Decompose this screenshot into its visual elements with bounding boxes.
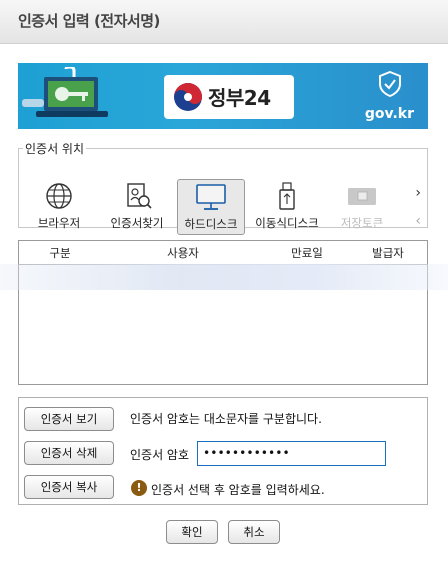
cert-location-legend: 인증서 위치: [25, 142, 85, 156]
cert-list-table[interactable]: 구분 사용자 만료일 발급자: [18, 240, 428, 385]
token-card-icon: [348, 188, 376, 205]
password-label: 인증서 암호: [130, 448, 190, 462]
gov24-logo-box: 정부24: [164, 75, 294, 119]
cancel-button[interactable]: 취소: [228, 520, 280, 544]
location-browser-label: 브라우저: [37, 216, 81, 230]
cert-actions-panel: 인증서 보기 인증서 삭제 인증서 복사 인증서 암호는 대소문자를 구분합니다…: [18, 397, 428, 505]
column-issuer[interactable]: 발급자: [349, 241, 427, 264]
column-type[interactable]: 구분: [19, 241, 101, 264]
scroll-right-arrow-icon[interactable]: ›: [415, 185, 421, 201]
column-user[interactable]: 사용자: [101, 241, 265, 264]
location-removable-disk[interactable]: 이동식디스크: [253, 179, 321, 235]
cert-password-input[interactable]: ••••••••••••: [197, 441, 386, 466]
column-expiry[interactable]: 만료일: [265, 241, 349, 264]
delete-cert-button[interactable]: 인증서 삭제: [24, 441, 114, 465]
copy-cert-button[interactable]: 인증서 복사: [24, 475, 114, 499]
password-case-hint: 인증서 암호는 대소문자를 구분합니다.: [130, 412, 322, 426]
usb-drive-icon: [279, 182, 295, 210]
laptop-key-illustration-icon: [22, 67, 108, 117]
location-security-token-label: 저장토큰: [340, 216, 384, 230]
globe-icon: [46, 183, 72, 209]
gov24-banner: 정부24 gov.kr: [18, 63, 428, 129]
cert-search-icon: [127, 183, 152, 209]
cert-location-group: 인증서 위치 브라우저 인증서찾기 하드디스크 이동식디스크 저장토큰 › ‹: [18, 140, 428, 235]
password-warning-text: 인증서 선택 후 암호를 입력하세요.: [151, 483, 325, 497]
cert-list-row-selected[interactable]: [0, 264, 448, 290]
location-find-cert-label: 인증서찾기: [110, 216, 164, 230]
gov-kr-domain: gov.kr: [364, 106, 414, 122]
view-cert-button[interactable]: 인증서 보기: [24, 407, 114, 431]
location-removable-disk-label: 이동식디스크: [255, 216, 319, 230]
location-browser[interactable]: 브라우저: [27, 179, 91, 235]
gov24-brand: 정부24: [208, 86, 271, 110]
location-hard-disk-label: 하드디스크: [184, 217, 238, 231]
location-find-cert[interactable]: 인증서찾기: [99, 179, 175, 235]
window-title: 인증서 입력 (전자서명): [18, 12, 160, 30]
shield-check-icon: [379, 71, 401, 97]
monitor-icon: [196, 184, 226, 210]
location-security-token: 저장토큰: [331, 179, 393, 235]
warning-icon: !: [131, 480, 147, 496]
cert-list-header: 구분 사용자 만료일 발급자: [19, 241, 427, 265]
title-bar: 인증서 입력 (전자서명): [0, 0, 448, 44]
scroll-left-arrow-icon[interactable]: ‹: [415, 213, 421, 229]
location-hard-disk[interactable]: 하드디스크: [177, 179, 245, 235]
taegeuk-logo-icon: [174, 83, 202, 111]
ok-button[interactable]: 확인: [166, 520, 218, 544]
